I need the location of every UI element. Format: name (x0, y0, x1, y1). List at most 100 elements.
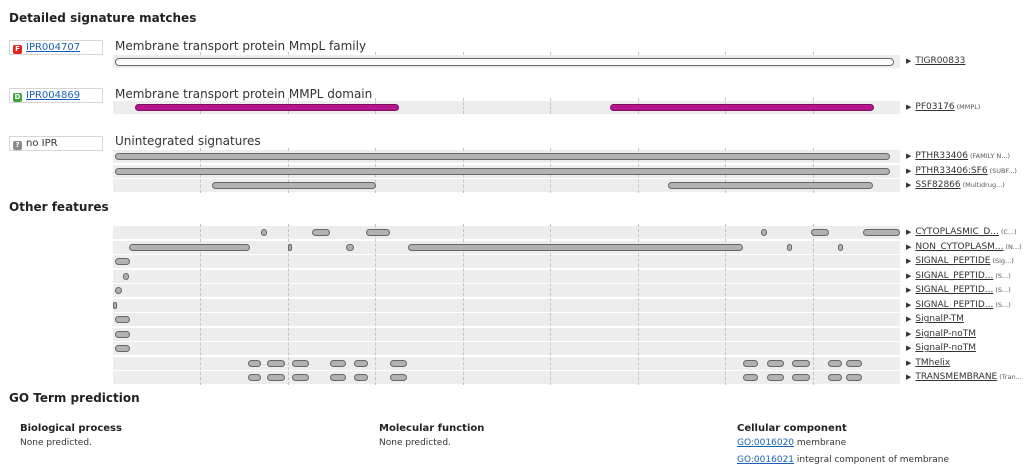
signature-link[interactable]: NON_CYTOPLASM... (915, 242, 1003, 252)
arrow-right-icon: ▶ (906, 243, 912, 251)
match-bar[interactable] (287, 244, 293, 251)
arrow-right-icon: ▶ (906, 373, 912, 381)
bio-process-heading: Biological process (20, 423, 122, 434)
match-bar[interactable] (212, 182, 376, 189)
match-bar[interactable] (345, 244, 354, 251)
bio-process-text: None predicted. (20, 438, 92, 448)
signature-link[interactable]: TIGR00833 (915, 56, 965, 66)
arrow-right-icon: ▶ (906, 57, 912, 65)
match-bar[interactable] (828, 360, 842, 367)
arrow-right-icon: ▶ (906, 359, 912, 367)
signature-label: ▶ SignalP-noTM (906, 342, 976, 355)
match-bar[interactable] (667, 182, 874, 189)
signature-link[interactable]: CYTOPLASMIC_D... (915, 227, 998, 237)
match-bar[interactable] (353, 374, 368, 381)
arrow-right-icon: ▶ (906, 167, 912, 175)
match-track (113, 299, 900, 312)
signature-label: ▶ PTHR33406:SF6 (SUBF...) (906, 165, 1017, 178)
gridline (375, 224, 376, 385)
match-bar[interactable] (114, 331, 131, 338)
match-bar[interactable] (330, 360, 346, 367)
match-bar[interactable] (845, 360, 863, 367)
gridline (550, 98, 551, 114)
match-bar[interactable] (353, 360, 368, 367)
signature-link[interactable]: SignalP-TM (915, 314, 964, 324)
signature-desc: (S...) (995, 301, 1011, 309)
match-track (113, 328, 900, 341)
match-bar[interactable] (792, 360, 811, 367)
signature-link[interactable]: TMhelix (915, 358, 950, 368)
signature-link[interactable]: SIGNAL_PEPTID... (915, 285, 993, 295)
match-bar[interactable] (267, 360, 286, 367)
arrow-right-icon: ▶ (906, 257, 912, 265)
entry-id: no IPR (26, 138, 58, 149)
go-term-link[interactable]: GO:0016020 (737, 438, 794, 448)
match-bar[interactable] (260, 229, 268, 236)
signature-link[interactable]: PTHR33406 (915, 151, 968, 161)
match-bar[interactable] (766, 374, 784, 381)
match-bar[interactable] (114, 57, 895, 66)
family-icon: F (13, 45, 22, 54)
match-bar[interactable] (267, 374, 286, 381)
match-bar[interactable] (114, 316, 131, 323)
match-bar[interactable] (811, 229, 830, 236)
entry-tag: D IPR004869 (9, 88, 103, 103)
signature-link[interactable]: SSF82866 (915, 180, 960, 190)
match-bar[interactable] (123, 273, 129, 280)
match-bar[interactable] (863, 229, 900, 236)
go-term-name: membrane (796, 438, 847, 448)
match-bar[interactable] (292, 374, 309, 381)
signature-link[interactable]: SIGNAL_PEPTIDE (915, 256, 990, 266)
entry-link[interactable]: IPR004707 (26, 42, 80, 53)
signature-desc: (S...) (995, 286, 1011, 294)
match-bar[interactable] (792, 374, 811, 381)
entry-link[interactable]: IPR004869 (26, 90, 80, 101)
match-bar[interactable] (366, 229, 391, 236)
match-bar[interactable] (128, 244, 250, 251)
signature-desc: (Tran... (999, 373, 1022, 381)
signature-link[interactable]: SignalP-noTM (915, 343, 976, 353)
arrow-right-icon: ▶ (906, 272, 912, 280)
entry-name: Membrane transport protein MMPL domain (115, 87, 373, 101)
match-bar[interactable] (114, 153, 890, 160)
go-term-link[interactable]: GO:0016021 (737, 455, 794, 465)
signature-link[interactable]: TRANSMEMBRANE (915, 372, 997, 382)
signature-link[interactable]: PTHR33406:SF6 (915, 166, 987, 176)
match-bar[interactable] (114, 168, 890, 175)
match-bar[interactable] (330, 374, 346, 381)
signature-link[interactable]: SignalP-noTM (915, 329, 976, 339)
match-bar[interactable] (766, 360, 784, 367)
match-bar[interactable] (113, 302, 117, 309)
match-bar[interactable] (390, 360, 407, 367)
match-track (113, 255, 900, 268)
match-bar[interactable] (837, 244, 843, 251)
arrow-right-icon: ▶ (906, 286, 912, 294)
signature-link[interactable]: PF03176 (915, 102, 954, 112)
match-bar[interactable] (312, 229, 331, 236)
signature-desc: (Multidrug...) (962, 181, 1005, 189)
match-bar[interactable] (742, 360, 758, 367)
match-track (113, 284, 900, 297)
match-bar[interactable] (845, 374, 863, 381)
signature-desc: (FAMILY N...) (969, 152, 1011, 160)
match-bar[interactable] (390, 374, 407, 381)
match-bar[interactable] (292, 360, 309, 367)
match-bar[interactable] (247, 360, 261, 367)
match-bar[interactable] (761, 229, 767, 236)
arrow-right-icon: ▶ (906, 344, 912, 352)
match-bar[interactable] (115, 287, 122, 294)
match-bar[interactable] (742, 374, 758, 381)
signature-label: ▶ SignalP-TM (906, 313, 964, 326)
signature-link[interactable]: SIGNAL_PEPTID... (915, 300, 993, 310)
match-bar[interactable] (609, 104, 875, 111)
arrow-right-icon: ▶ (906, 315, 912, 323)
match-bar[interactable] (114, 258, 131, 265)
match-bar[interactable] (135, 104, 400, 111)
match-bar[interactable] (828, 374, 842, 381)
match-bar[interactable] (114, 345, 131, 352)
signature-link[interactable]: SIGNAL_PEPTID... (915, 271, 993, 281)
signature-desc: (Sig...) (992, 257, 1014, 265)
match-bar[interactable] (408, 244, 743, 251)
match-bar[interactable] (786, 244, 793, 251)
match-bar[interactable] (247, 374, 261, 381)
